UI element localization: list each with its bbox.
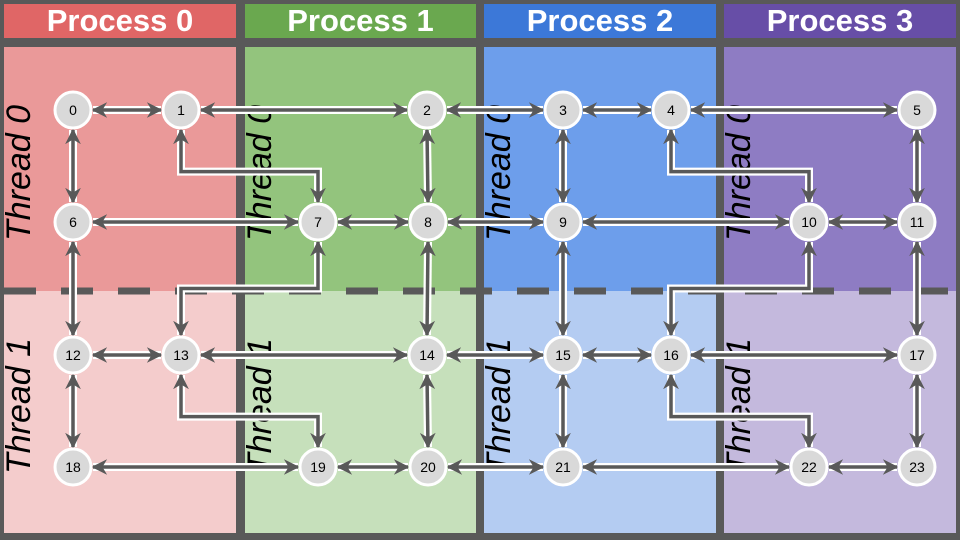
node-label-12: 12 — [65, 347, 81, 363]
node-label-6: 6 — [69, 214, 77, 230]
node-label-3: 3 — [559, 102, 567, 118]
node-label-7: 7 — [314, 214, 322, 230]
node-label-10: 10 — [801, 214, 817, 230]
node-label-8: 8 — [424, 214, 432, 230]
node-label-20: 20 — [420, 459, 436, 475]
node-label-17: 17 — [909, 347, 925, 363]
mesh-graph: Thread 0Thread 1Thread 0Thread 1Thread 0… — [0, 90, 956, 487]
thread-label-0-process-0: Thread 0 — [0, 105, 38, 241]
node-label-14: 14 — [419, 347, 435, 363]
thread-label-1-process-0: Thread 1 — [0, 338, 38, 474]
node-label-1: 1 — [177, 102, 185, 118]
edge-7-13 — [173, 240, 326, 337]
node-label-16: 16 — [663, 347, 679, 363]
node-label-13: 13 — [173, 347, 189, 363]
node-label-0: 0 — [69, 102, 77, 118]
edge-14-20 — [419, 373, 436, 449]
node-label-23: 23 — [909, 459, 925, 475]
node-label-21: 21 — [555, 459, 571, 475]
node-label-15: 15 — [555, 347, 571, 363]
edge-10-16 — [663, 240, 817, 337]
node-label-19: 19 — [310, 459, 326, 475]
node-label-11: 11 — [910, 214, 925, 230]
node-label-4: 4 — [667, 102, 675, 118]
node-label-2: 2 — [423, 102, 431, 118]
node-label-5: 5 — [913, 102, 921, 118]
node-label-22: 22 — [801, 459, 817, 475]
edge-2-8 — [419, 128, 436, 204]
edge-8-14 — [419, 240, 436, 337]
node-label-9: 9 — [559, 214, 567, 230]
node-label-18: 18 — [65, 459, 81, 475]
